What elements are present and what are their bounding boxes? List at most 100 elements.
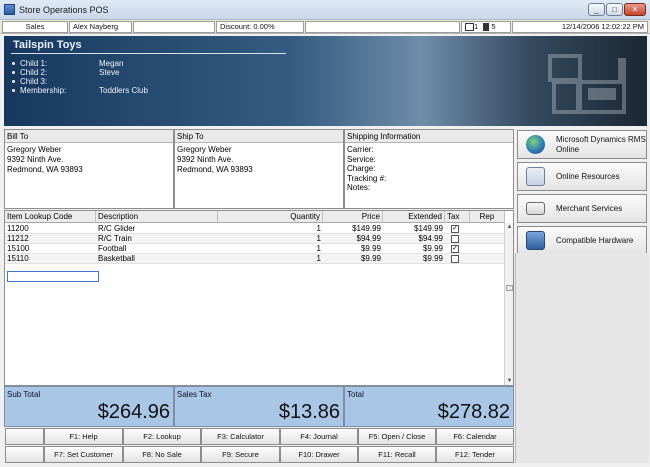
f11-recall-button[interactable]: F11: Recall [358, 446, 436, 463]
bullet-icon [12, 80, 15, 84]
scroll-up-icon[interactable]: ▲ [506, 224, 513, 230]
new-item-input[interactable] [7, 271, 99, 282]
status-strip: Sales Alex Nayberg Discount: 0.00% 1 5 1… [0, 20, 650, 34]
table-row[interactable]: 15100 Football 1 $9.99 $9.99 ✓ [5, 244, 505, 254]
register-status: 1 5 [461, 21, 511, 33]
title-bar: Store Operations POS _ □ ✕ [0, 0, 650, 20]
fkey-blank-1 [5, 428, 44, 445]
minimize-button[interactable]: _ [588, 3, 605, 16]
f3-calculator-button[interactable]: F3: Calculator [201, 428, 280, 445]
maximize-button[interactable]: □ [606, 3, 623, 16]
total-panel: Total $278.82 [344, 386, 514, 427]
table-row[interactable]: 11200 R/C Glider 1 $149.99 $149.99 ✓ [5, 224, 505, 234]
f2-lookup-button[interactable]: F2: Lookup [123, 428, 201, 445]
side-button-label: Compatible Hardware [556, 235, 634, 245]
compatible-hardware-button[interactable]: Compatible Hardware [517, 226, 647, 255]
scroll-thumb[interactable] [506, 285, 513, 291]
status-blank-2 [305, 21, 460, 33]
rms-online-button[interactable]: Microsoft Dynamics RMS Online [517, 130, 647, 159]
close-button[interactable]: ✕ [624, 3, 646, 16]
online-resources-button[interactable]: Online Resources [517, 162, 647, 191]
customer-store-name: Tailspin Toys [13, 39, 82, 51]
shipping-info-panel: Shipping Information Carrier: Service: C… [344, 129, 514, 209]
cashier-name: Alex Nayberg [69, 21, 132, 33]
merchant-services-button[interactable]: Merchant Services [517, 194, 647, 223]
total-label: Total [347, 390, 364, 399]
item-price: $149.99 [352, 224, 381, 233]
field-value: Megan [99, 59, 124, 68]
f6-calendar-button[interactable]: F6: Calendar [436, 428, 514, 445]
item-price: $9.99 [360, 254, 381, 263]
tax-checkbox[interactable] [451, 235, 459, 243]
column-header[interactable]: Extended [383, 211, 445, 223]
customer-field: Child 3: [12, 77, 99, 86]
datetime: 12/14/2006 12:02:22 PM [512, 21, 648, 33]
register-count: 1 [474, 22, 479, 31]
subtotal-value: $264.96 [97, 401, 170, 423]
ship-to-panel: Ship To Gregory Weber 9392 Ninth Ave. Re… [174, 129, 344, 209]
f7-set-customer-button[interactable]: F7: Set Customer [44, 446, 123, 463]
ship-to-city: Redmond, WA 93893 [177, 165, 253, 174]
item-description: R/C Train [98, 234, 132, 243]
field-label: Child 1: [20, 59, 48, 68]
tax-checkbox[interactable]: ✓ [451, 225, 459, 233]
f8-no-sale-button[interactable]: F8: No Sale [123, 446, 201, 463]
grid-scrollbar[interactable]: ▲ ▼ [504, 223, 513, 385]
tax-checkbox[interactable] [451, 255, 459, 263]
mode-indicator: Sales [2, 21, 68, 33]
item-quantity: 1 [316, 224, 321, 233]
bill-to-header: Bill To [5, 130, 173, 143]
store-underline [11, 53, 286, 54]
item-extended: $9.99 [422, 254, 443, 263]
column-header[interactable]: Rep [470, 211, 505, 223]
f5-open-close-button[interactable]: F5: Open / Close [358, 428, 436, 445]
field-label: Child 2: [20, 68, 48, 77]
f1-help-button[interactable]: F1: Help [44, 428, 123, 445]
drawer-count: 5 [491, 22, 496, 31]
subtotal-panel: Sub Total $264.96 [4, 386, 174, 427]
shipping-tracking: Tracking #: [347, 173, 387, 183]
app-icon [4, 4, 15, 15]
item-quantity: 1 [316, 244, 321, 253]
shipping-charge: Charge: [347, 164, 376, 173]
ship-to-name: Gregory Weber [177, 145, 232, 154]
item-extended: $94.99 [418, 234, 443, 243]
shipping-carrier: Carrier: [347, 145, 374, 154]
tax-checkbox[interactable]: ✓ [451, 245, 459, 253]
side-button-label: Microsoft Dynamics RMS Online [556, 134, 646, 154]
discount-status: Discount: 0.00% [216, 21, 304, 33]
table-row[interactable]: 11212 R/C Train 1 $94.99 $94.99 [5, 234, 505, 244]
shipping-service: Service: [347, 154, 376, 164]
item-code: 15100 [7, 244, 30, 253]
item-code: 11200 [7, 224, 29, 233]
field-value: Toddlers Club [99, 86, 148, 95]
item-grid[interactable]: Item Lookup Code Description Quantity Pr… [4, 210, 514, 386]
column-header[interactable]: Price [323, 211, 383, 223]
sales-tax-value: $13.86 [278, 401, 340, 423]
f9-secure-button[interactable]: F9: Secure [201, 446, 280, 463]
item-code: 11212 [7, 234, 29, 243]
side-button-label: Merchant Services [556, 203, 623, 213]
table-row[interactable]: 15110 Basketball 1 $9.99 $9.99 [5, 254, 505, 264]
cash-register-icon [548, 54, 626, 114]
ship-to-header: Ship To [175, 130, 343, 143]
sales-tax-panel: Sales Tax $13.86 [174, 386, 344, 427]
column-header[interactable]: Description [96, 211, 218, 223]
f10-drawer-button[interactable]: F10: Drawer [280, 446, 358, 463]
field-label: Membership: [20, 86, 67, 95]
column-header[interactable]: Tax [445, 211, 470, 223]
column-header[interactable]: Item Lookup Code [5, 211, 96, 223]
grid-header: Item Lookup Code Description Quantity Pr… [5, 211, 505, 223]
shipping-info-header: Shipping Information [345, 130, 513, 143]
column-header[interactable]: Quantity [218, 211, 323, 223]
f4-journal-button[interactable]: F4: Journal [280, 428, 358, 445]
item-code: 15110 [7, 254, 29, 263]
field-label: Child 3: [20, 77, 48, 86]
field-value: Steve [99, 68, 120, 77]
item-price: $9.99 [360, 244, 381, 253]
item-quantity: 1 [316, 254, 321, 263]
bullet-icon [12, 89, 15, 93]
scroll-down-icon[interactable]: ▼ [506, 378, 513, 384]
f12-tender-button[interactable]: F12: Tender [436, 446, 514, 463]
subtotal-label: Sub Total [7, 390, 41, 399]
